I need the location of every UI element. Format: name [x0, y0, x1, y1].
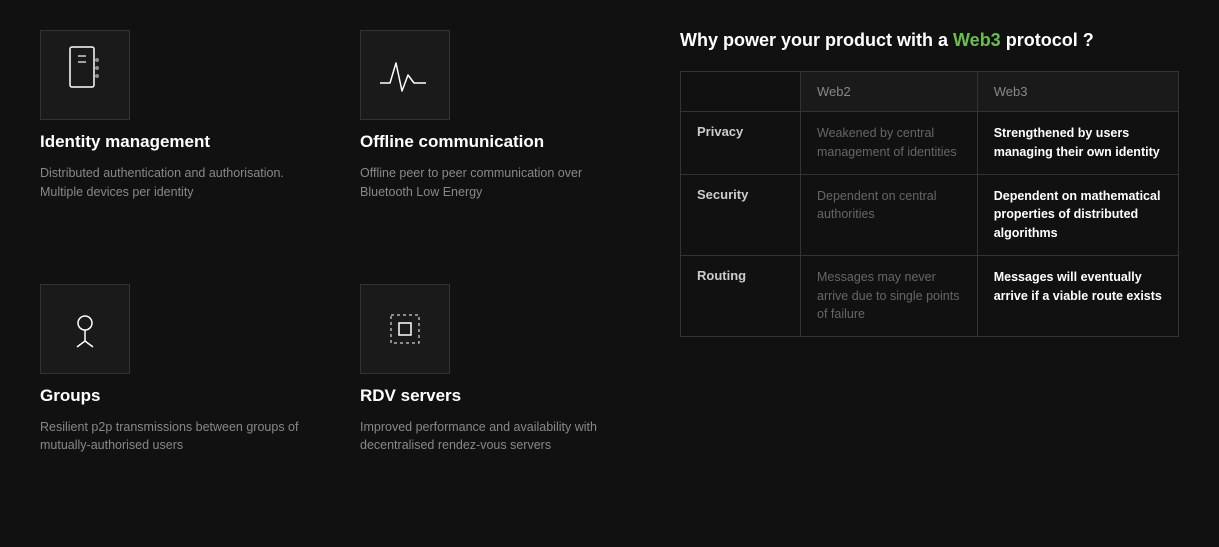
table-row-security: Security Dependent on central authoritie… — [681, 174, 1179, 255]
feature-identity-management: Identity management Distributed authenti… — [40, 30, 300, 264]
section-title: Why power your product with a Web3 proto… — [680, 30, 1179, 51]
row-label-routing: Routing — [681, 255, 801, 336]
routing-web2: Messages may never arrive due to single … — [801, 255, 978, 336]
identity-management-icon-box — [40, 30, 130, 120]
page-wrapper: Identity management Distributed authenti… — [0, 0, 1219, 547]
identity-management-desc: Distributed authentication and authorisa… — [40, 164, 300, 202]
offline-communication-icon-box — [360, 30, 450, 120]
left-panel: Identity management Distributed authenti… — [40, 30, 620, 517]
col-header-web3: Web3 — [977, 72, 1178, 112]
routing-web3: Messages will eventually arrive if a via… — [977, 255, 1178, 336]
title-highlight: Web3 — [953, 30, 1001, 50]
col-header-feature — [681, 72, 801, 112]
table-row-routing: Routing Messages may never arrive due to… — [681, 255, 1179, 336]
comparison-table: Web2 Web3 Privacy Weakened by central ma… — [680, 71, 1179, 337]
rdv-servers-title: RDV servers — [360, 386, 620, 406]
offline-communication-desc: Offline peer to peer communication over … — [360, 164, 620, 202]
col-header-web2: Web2 — [801, 72, 978, 112]
groups-title: Groups — [40, 386, 300, 406]
feature-rdv-servers: RDV servers Improved performance and ava… — [360, 284, 620, 518]
title-suffix: protocol ? — [1001, 30, 1094, 50]
table-header-row: Web2 Web3 — [681, 72, 1179, 112]
title-prefix: Why power your product with a — [680, 30, 953, 50]
feature-offline-communication: Offline communication Offline peer to pe… — [360, 30, 620, 264]
privacy-web2: Weakened by central management of identi… — [801, 112, 978, 175]
groups-desc: Resilient p2p transmissions between grou… — [40, 418, 300, 456]
table-row-privacy: Privacy Weakened by central management o… — [681, 112, 1179, 175]
row-label-privacy: Privacy — [681, 112, 801, 175]
security-web2: Dependent on central authorities — [801, 174, 978, 255]
security-web3: Dependent on mathematical properties of … — [977, 174, 1178, 255]
offline-communication-title: Offline communication — [360, 132, 620, 152]
rdv-servers-desc: Improved performance and availability wi… — [360, 418, 620, 456]
right-panel: Why power your product with a Web3 proto… — [680, 30, 1179, 517]
privacy-web3: Strengthened by users managing their own… — [977, 112, 1178, 175]
rdv-servers-icon-box — [360, 284, 450, 374]
feature-groups: Groups Resilient p2p transmissions betwe… — [40, 284, 300, 518]
row-label-security: Security — [681, 174, 801, 255]
groups-icon-box — [40, 284, 130, 374]
identity-management-title: Identity management — [40, 132, 300, 152]
